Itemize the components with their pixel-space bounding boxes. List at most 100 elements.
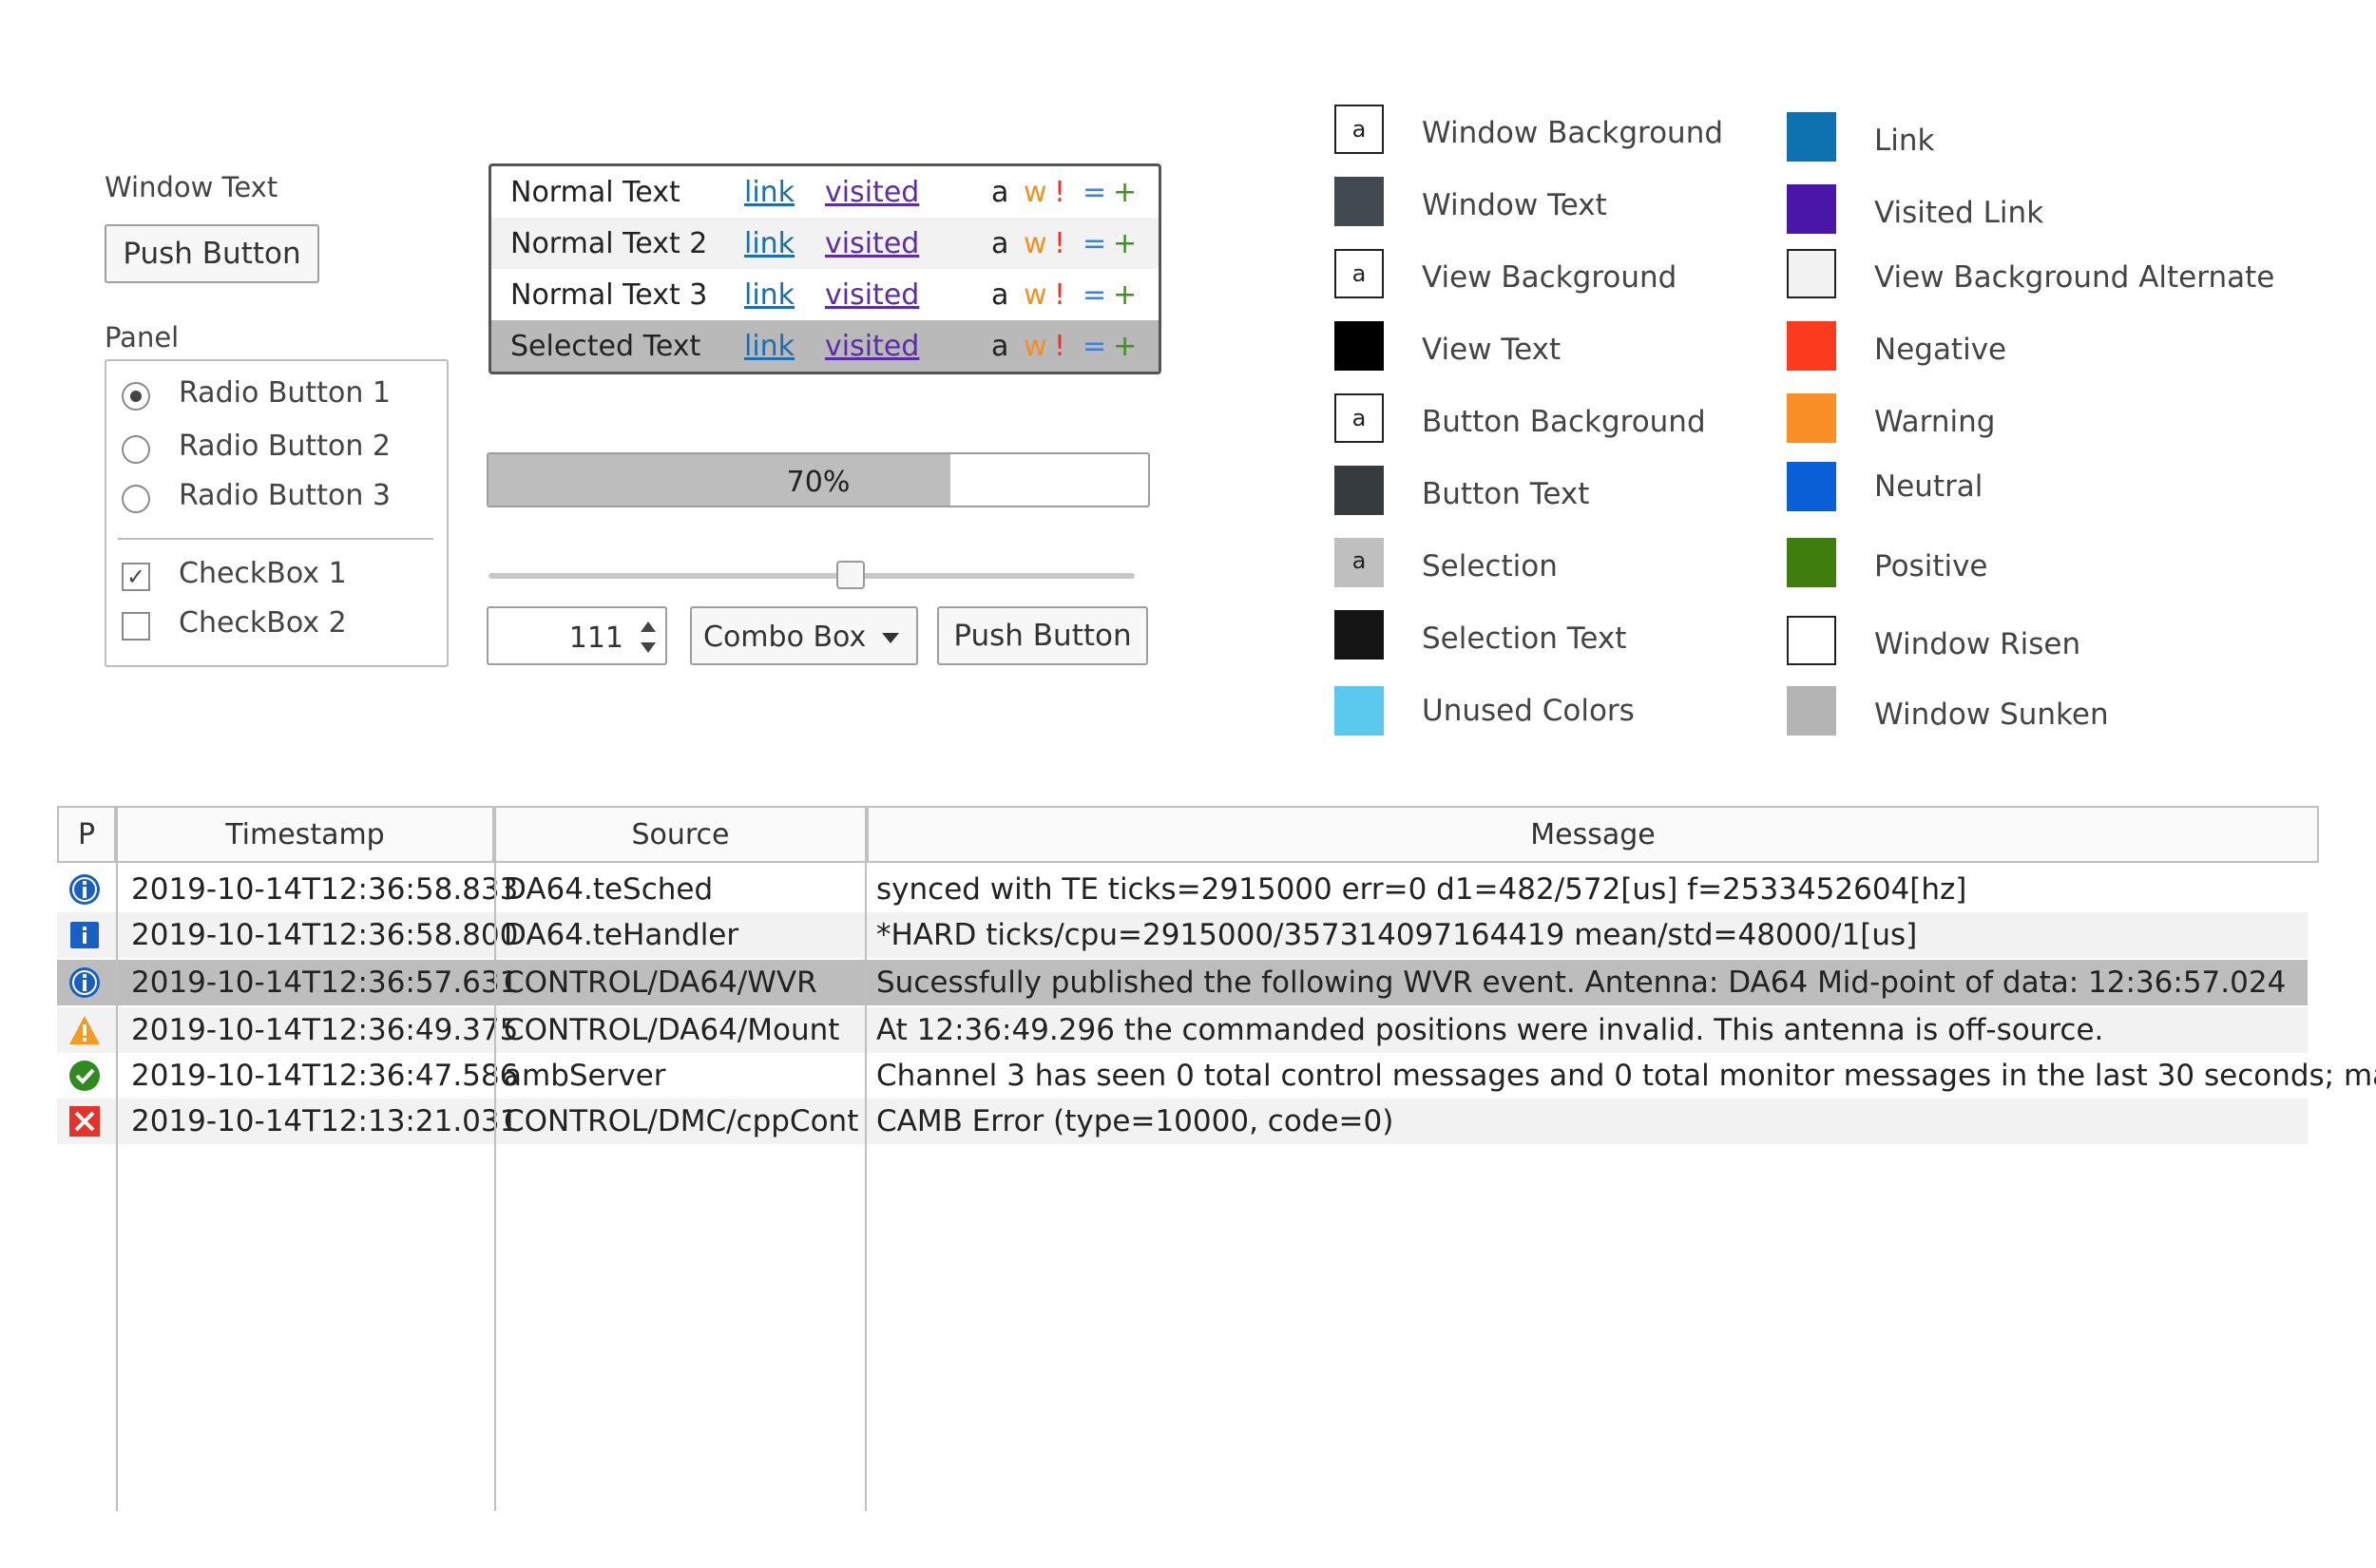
row-message: At 12:36:49.296 the commanded positions … — [876, 1013, 2104, 1047]
column-header-priority[interactable]: P — [57, 806, 116, 863]
column-header-timestamp[interactable]: Timestamp — [116, 806, 494, 863]
swatch-view-text — [1334, 321, 1384, 371]
combo-box-text: Combo Box — [703, 621, 867, 654]
swatch-selection: a — [1334, 538, 1384, 587]
swatch-label: Selection Text — [1422, 621, 1627, 656]
row-visited-link[interactable]: visited — [825, 176, 919, 209]
spin-down-icon[interactable] — [641, 642, 656, 653]
row-timestamp: 2019-10-14T12:13:21.031 — [131, 1104, 519, 1138]
row-source: DA64.teHandler — [504, 918, 739, 952]
row-timestamp: 2019-10-14T12:36:57.631 — [131, 966, 519, 1000]
table-row-selected[interactable]: 2019-10-14T12:36:57.631 CONTROL/DA64/WVR… — [57, 960, 2308, 1005]
row-link[interactable]: link — [744, 278, 795, 312]
progress-bar: 70% — [487, 452, 1150, 507]
row-text: Normal Text — [510, 176, 680, 209]
glyph-a: a — [991, 176, 1009, 209]
swatch-neutral — [1787, 462, 1836, 511]
row-visited-link[interactable]: visited — [825, 278, 919, 312]
row-message: Sucessfully published the following WVR … — [876, 966, 2287, 1000]
row-message: Channel 3 has seen 0 total control messa… — [876, 1059, 2376, 1093]
column-header-source[interactable]: Source — [494, 806, 867, 863]
slider-handle[interactable] — [835, 561, 865, 589]
table-row[interactable]: 2019-10-14T12:36:47.586 ambServer Channe… — [57, 1053, 2376, 1099]
glyph-exclamation: ! — [1054, 227, 1066, 260]
info-circle-icon — [69, 874, 100, 905]
swatch-link — [1787, 112, 1836, 162]
push-button[interactable]: Push Button — [105, 224, 319, 283]
warning-icon — [69, 1016, 100, 1044]
swatch-label: Window Background — [1422, 116, 1724, 150]
error-x-icon — [69, 1106, 100, 1137]
checkbox-2[interactable] — [122, 612, 150, 641]
spin-up-icon[interactable] — [641, 621, 656, 632]
glyph-equals: = — [1083, 330, 1107, 363]
row-link[interactable]: link — [744, 227, 795, 260]
swatch-label: Window Text — [1422, 188, 1607, 222]
swatch-warning — [1787, 393, 1836, 443]
slider-track[interactable] — [489, 573, 1135, 579]
swatch-button-text — [1334, 466, 1384, 515]
swatch-selection-text — [1334, 610, 1384, 660]
text-list-row[interactable]: Normal Text 3 link visited a w ! = + — [491, 269, 1159, 320]
swatch-unused-colors — [1334, 686, 1384, 736]
push-button-2[interactable]: Push Button — [937, 606, 1148, 665]
row-source: CONTROL/DA64/Mount — [504, 1013, 840, 1047]
row-visited-link[interactable]: visited — [825, 330, 919, 363]
column-header-message[interactable]: Message — [867, 806, 2319, 863]
swatch-label: Warning — [1874, 405, 1996, 439]
column-divider — [116, 863, 118, 1511]
row-link[interactable]: link — [744, 176, 795, 209]
row-message: synced with TE ticks=2915000 err=0 d1=48… — [876, 872, 1967, 907]
swatch-visited-link — [1787, 184, 1836, 234]
row-text: Normal Text 2 — [510, 227, 708, 260]
row-link[interactable]: link — [744, 330, 795, 363]
swatch-label: View Text — [1422, 333, 1562, 367]
swatch-label: Negative — [1874, 333, 2007, 367]
info-square-icon — [70, 922, 99, 948]
radio-button-2-label: Radio Button 2 — [179, 430, 391, 463]
checkbox-1[interactable]: ✓ — [122, 563, 150, 591]
combo-box[interactable]: Combo Box — [690, 606, 918, 665]
text-list-row[interactable]: Normal Text link visited a w ! = + — [491, 166, 1159, 218]
row-source: CONTROL/DMC/cppCont — [504, 1104, 859, 1138]
swatch-view-background: a — [1334, 249, 1384, 298]
swatch-label: View Background Alternate — [1874, 260, 2275, 295]
glyph-w: w — [1024, 278, 1047, 312]
checkbox-1-label: CheckBox 1 — [179, 557, 347, 590]
window-text-label: Window Text — [105, 171, 278, 203]
text-list-row-selected[interactable]: Selected Text link visited a w ! = + — [491, 320, 1159, 372]
table-row[interactable]: 2019-10-14T12:36:49.375 CONTROL/DA64/Mou… — [57, 1007, 2308, 1053]
swatch-label: Positive — [1874, 549, 1988, 583]
swatch-label: Button Text — [1422, 477, 1590, 511]
chevron-down-icon — [882, 633, 899, 643]
row-timestamp: 2019-10-14T12:36:58.800 — [131, 918, 519, 952]
log-table: P Timestamp Source Message 2019-10-14T12… — [57, 806, 2376, 1511]
glyph-equals: = — [1083, 176, 1107, 209]
swatch-label: Window Sunken — [1874, 698, 2109, 732]
glyph-plus: + — [1113, 278, 1138, 312]
glyph-w: w — [1024, 176, 1047, 209]
table-row[interactable]: 2019-10-14T12:36:58.833 DA64.teSched syn… — [57, 867, 2308, 912]
spinbox[interactable]: 111 — [487, 606, 667, 665]
swatch-window-sunken — [1787, 686, 1836, 736]
swatch-label: Link — [1874, 124, 1935, 158]
glyph-plus: + — [1113, 330, 1138, 363]
swatch-label: Window Risen — [1874, 627, 2081, 661]
glyph-equals: = — [1083, 278, 1107, 312]
radio-button-3[interactable] — [122, 485, 150, 513]
glyph-plus: + — [1113, 176, 1138, 209]
glyph-exclamation: ! — [1054, 278, 1066, 312]
swatch-window-risen — [1787, 616, 1836, 665]
glyph-w: w — [1024, 330, 1047, 363]
row-visited-link[interactable]: visited — [825, 227, 919, 260]
radio-button-2[interactable] — [122, 435, 150, 464]
spinbox-value: 111 — [568, 621, 623, 655]
swatch-label: Button Background — [1422, 405, 1706, 439]
text-list-row[interactable]: Normal Text 2 link visited a w ! = + — [491, 218, 1159, 269]
radio-button-1[interactable] — [122, 382, 150, 411]
row-timestamp: 2019-10-14T12:36:49.375 — [131, 1013, 519, 1047]
table-row[interactable]: 2019-10-14T12:36:58.800 DA64.teHandler *… — [57, 912, 2308, 958]
table-row[interactable]: 2019-10-14T12:13:21.031 CONTROL/DMC/cppC… — [57, 1099, 2308, 1144]
glyph-a: a — [991, 227, 1009, 260]
row-timestamp: 2019-10-14T12:36:58.833 — [131, 872, 519, 907]
